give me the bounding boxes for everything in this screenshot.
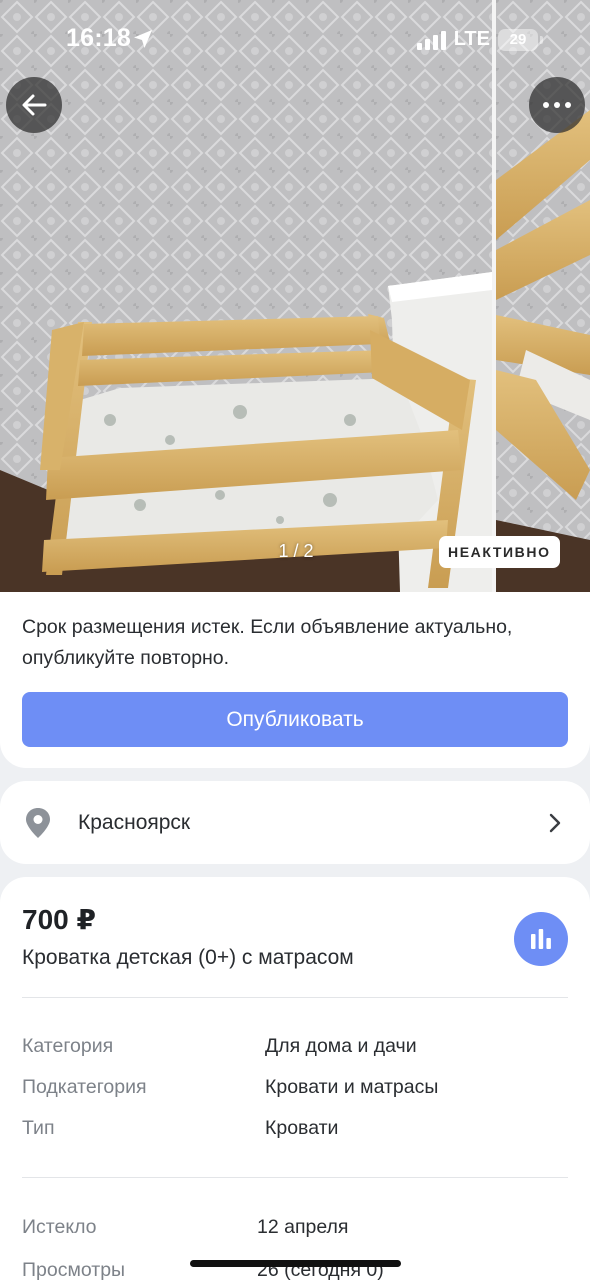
listing-title: Кроватка детская (0+) с матрасом xyxy=(22,946,354,969)
publish-button[interactable]: Опубликовать xyxy=(22,692,568,747)
meta-key: Просмотры xyxy=(22,1259,126,1280)
back-button[interactable] xyxy=(6,77,62,133)
attribute-key: Категория xyxy=(22,1035,114,1057)
listing-details-card: 700 ₽ Кроватка детская (0+) с матрасом К… xyxy=(0,877,590,1280)
photo-gallery[interactable]: 16:18 LTE 29 1 / 2 НЕАКТИВНО xyxy=(0,0,590,592)
location-city: Красноярск xyxy=(78,810,191,834)
meta-value: 12 апреля xyxy=(257,1216,349,1238)
battery-level: 29 xyxy=(509,31,527,48)
crib-photo-illustration xyxy=(0,0,492,592)
attribute-value: Кровати xyxy=(265,1117,339,1139)
more-horizontal-icon xyxy=(543,102,571,108)
divider xyxy=(22,1177,568,1178)
battery-icon: 29 xyxy=(498,28,543,51)
expired-notice-card: Срок размещения истек. Если объявление а… xyxy=(0,592,590,768)
divider xyxy=(22,997,568,998)
status-indicators: LTE 29 xyxy=(416,28,543,51)
listing-photo[interactable] xyxy=(0,0,492,592)
attribute-key: Тип xyxy=(22,1117,55,1139)
attribute-value: Для дома и дачи xyxy=(265,1035,417,1057)
location-pin-icon xyxy=(26,807,50,838)
network-type: LTE xyxy=(453,28,490,50)
chevron-right-icon xyxy=(549,813,561,832)
listing-price: 700 ₽ xyxy=(22,904,96,935)
cellular-signal-icon xyxy=(416,30,446,50)
attribute-key: Подкатегория xyxy=(22,1076,147,1098)
photo-counter: 1 / 2 xyxy=(278,541,314,561)
meta-key: Истекло xyxy=(22,1216,97,1238)
statistics-button[interactable] xyxy=(514,912,568,966)
attribute-value: Кровати и матрасы xyxy=(265,1076,439,1098)
expired-notice-text: Срок размещения истек. Если объявление а… xyxy=(22,616,513,669)
status-badge: НЕАКТИВНО xyxy=(439,536,560,568)
home-indicator[interactable] xyxy=(190,1260,401,1267)
arrow-left-icon xyxy=(22,94,47,116)
location-arrow-icon xyxy=(134,30,152,48)
bar-chart-icon xyxy=(531,929,551,949)
location-row[interactable]: Красноярск xyxy=(0,781,590,864)
more-options-button[interactable] xyxy=(529,77,585,133)
status-time: 16:18 xyxy=(66,24,131,52)
